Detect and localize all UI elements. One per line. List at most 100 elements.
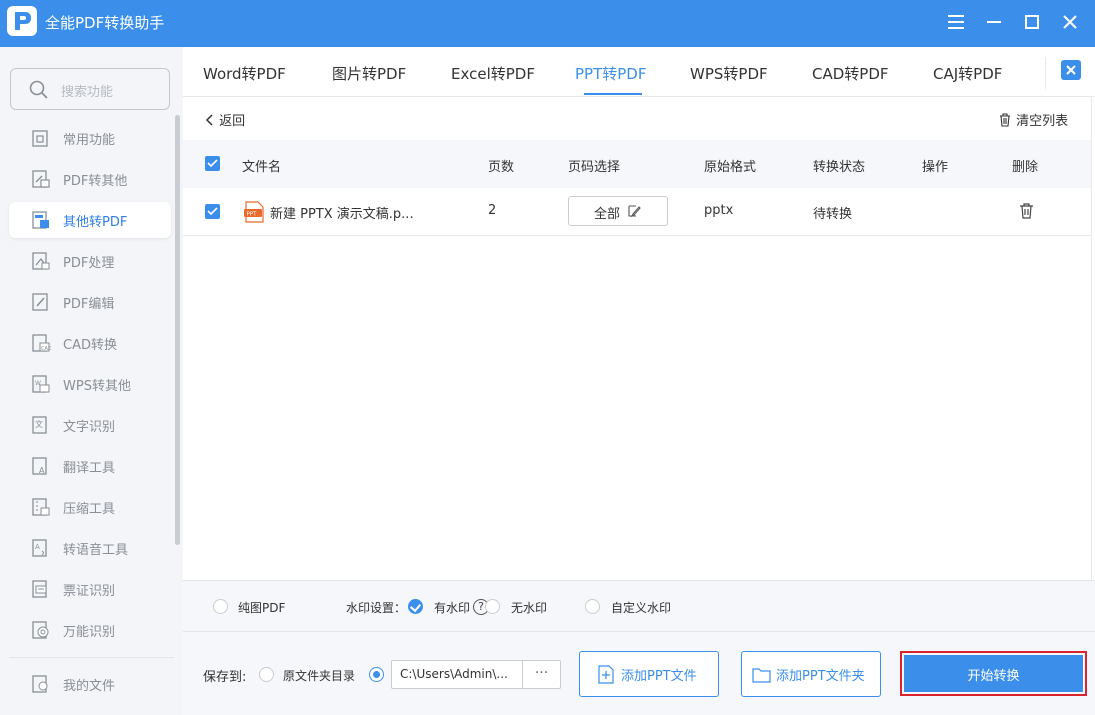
delete-icon[interactable]	[1019, 202, 1034, 219]
back-label: 返回	[219, 114, 246, 129]
sidebar-item-ocr[interactable]: 文 文字识别	[9, 407, 171, 443]
back-button[interactable]: 返回	[205, 110, 245, 129]
sidebar-item-label: 其他转PDF	[63, 215, 128, 230]
options-bar: 纯图PDF ? 水印设置： 有水印 无水印 自定义水印	[183, 580, 1095, 632]
app-window: 全能PDF转换助手 搜索功能 常用功能 PDF转其他 其他转PDF PDF处理 …	[0, 0, 1095, 715]
app-logo-icon	[7, 6, 37, 36]
sidebar-item-label: PDF处理	[63, 256, 115, 271]
close-icon[interactable]	[1058, 10, 1082, 34]
my-files-icon	[32, 675, 48, 693]
header-pages: 页数	[488, 160, 515, 175]
sidebar-item-label: PDF编辑	[63, 297, 115, 312]
search-icon	[29, 80, 48, 99]
browse-button[interactable]: ···	[522, 661, 560, 688]
search-placeholder: 搜索功能	[61, 85, 114, 100]
add-ppt-folder-button[interactable]: 添加PPT文件夹	[741, 651, 881, 697]
sidebar-item-label: 转语音工具	[63, 543, 129, 558]
conversion-status: 待转换	[813, 207, 853, 222]
tab-image-to-pdf[interactable]: 图片转PDF	[332, 63, 406, 84]
tab-word-to-pdf[interactable]: Word转PDF	[203, 63, 286, 84]
no-watermark-radio[interactable]	[485, 599, 500, 614]
start-convert-button[interactable]: 开始转换	[904, 655, 1083, 692]
svg-text:文: 文	[35, 419, 43, 429]
sidebar-item-ticket[interactable]: 票证识别	[9, 571, 171, 607]
with-watermark-radio[interactable]	[408, 599, 423, 614]
sidebar-item-label: PDF转其他	[63, 174, 128, 189]
sidebar-item-label: WPS转其他	[63, 379, 131, 394]
minimize-icon[interactable]	[982, 10, 1006, 34]
tab-caj-to-pdf[interactable]: CAJ转PDF	[933, 63, 1002, 84]
table-header: 文件名 页数 页码选择 原始格式 转换状态 操作 删除	[183, 140, 1091, 188]
watermark-label: 水印设置：	[346, 601, 407, 615]
svg-text:A: A	[35, 543, 40, 551]
sidebar-item-label: 文字识别	[63, 420, 116, 435]
no-watermark-label: 无水印	[511, 601, 548, 615]
sidebar-item-pdf-edit[interactable]: PDF编辑	[9, 284, 171, 320]
tab-ppt-to-pdf[interactable]: PPT转PDF	[575, 63, 646, 84]
add-ppt-folder-label: 添加PPT文件夹	[776, 669, 865, 684]
pure-pdf-checkbox[interactable]	[213, 599, 228, 614]
maximize-icon[interactable]	[1020, 10, 1044, 34]
file-name: 新建 PPTX 演示文稿.p...	[270, 207, 414, 222]
menu-icon[interactable]	[944, 10, 968, 34]
ocr-icon: 文	[32, 416, 47, 434]
sidebar-item-label: CAD转换	[63, 338, 117, 353]
ticket-icon	[32, 580, 47, 598]
sidebar-item-pdf-process[interactable]: PDF处理	[9, 243, 171, 279]
source-dir-label: 原文件夹目录	[283, 669, 356, 683]
save-to-label: 保存到:	[203, 670, 247, 685]
sidebar-item-my-files[interactable]: 我的文件	[9, 666, 171, 702]
sidebar-item-compress[interactable]: 压缩工具	[9, 489, 171, 525]
table-row: PPT 新建 PPTX 演示文稿.p... 2 全部 pptx 待转换	[183, 188, 1091, 236]
tab-close-icon[interactable]	[1061, 60, 1081, 80]
add-file-icon	[598, 665, 614, 684]
custom-watermark-radio[interactable]	[585, 599, 600, 614]
tab-divider	[1045, 57, 1046, 89]
sidebar-item-wps[interactable]: W WPS转其他	[9, 366, 171, 402]
custom-watermark-label: 自定义水印	[611, 601, 672, 615]
source-dir-radio[interactable]	[259, 667, 274, 682]
sidebar-item-translate[interactable]: A 翻译工具	[9, 448, 171, 484]
svg-text:A: A	[39, 466, 45, 475]
ppt-file-icon: PPT	[244, 201, 264, 223]
pure-pdf-label: 纯图PDF	[238, 601, 286, 615]
sidebar-scrollbar[interactable]	[175, 115, 180, 545]
sidebar-item-cad[interactable]: CAD CAD转换	[9, 325, 171, 361]
select-all-checkbox[interactable]	[205, 156, 220, 171]
pdf-edit-icon	[32, 293, 48, 311]
sidebar-item-universal[interactable]: 万能识别	[9, 612, 171, 648]
add-ppt-file-label: 添加PPT文件	[621, 669, 697, 684]
header-format: 原始格式	[704, 160, 757, 175]
svg-text:CAD: CAD	[41, 346, 51, 352]
sidebar: 搜索功能 常用功能 PDF转其他 其他转PDF PDF处理 PDF编辑 CAD …	[0, 47, 183, 715]
sidebar-item-common[interactable]: 常用功能	[9, 120, 171, 156]
file-format: pptx	[704, 203, 734, 218]
compress-icon	[32, 498, 50, 516]
sidebar-item-other-to-pdf[interactable]: 其他转PDF	[9, 202, 171, 238]
title-bar: 全能PDF转换助手	[0, 0, 1095, 47]
voice-icon: A	[32, 539, 47, 557]
custom-path-radio[interactable]	[369, 667, 384, 682]
output-path-field[interactable]: C:\Users\Admin\... ···	[391, 660, 561, 689]
sidebar-item-label: 万能识别	[63, 625, 116, 640]
tab-cad-to-pdf[interactable]: CAD转PDF	[812, 63, 889, 84]
clear-list-button[interactable]: 清空列表	[998, 110, 1068, 129]
folder-icon	[752, 668, 771, 683]
universal-icon	[32, 621, 49, 639]
page-select-button[interactable]: 全部	[568, 196, 668, 226]
tab-bar: Word转PDF 图片转PDF Excel转PDF PPT转PDF WPS转PD…	[183, 47, 1095, 97]
page-select-label: 全部	[594, 207, 621, 222]
tab-wps-to-pdf[interactable]: WPS转PDF	[690, 63, 768, 84]
wps-icon: W	[32, 375, 50, 393]
sidebar-item-label: 翻译工具	[63, 461, 116, 476]
add-ppt-file-button[interactable]: 添加PPT文件	[579, 651, 719, 697]
sidebar-item-label: 压缩工具	[63, 502, 116, 517]
common-icon	[32, 130, 48, 147]
tab-excel-to-pdf[interactable]: Excel转PDF	[451, 63, 535, 84]
search-input[interactable]: 搜索功能	[10, 68, 170, 110]
header-page-select: 页码选择	[568, 160, 621, 175]
row-checkbox[interactable]	[205, 204, 220, 219]
sidebar-item-pdf-to-other[interactable]: PDF转其他	[9, 161, 171, 197]
sidebar-item-voice[interactable]: A 转语音工具	[9, 530, 171, 566]
tab-active-indicator	[584, 93, 642, 95]
